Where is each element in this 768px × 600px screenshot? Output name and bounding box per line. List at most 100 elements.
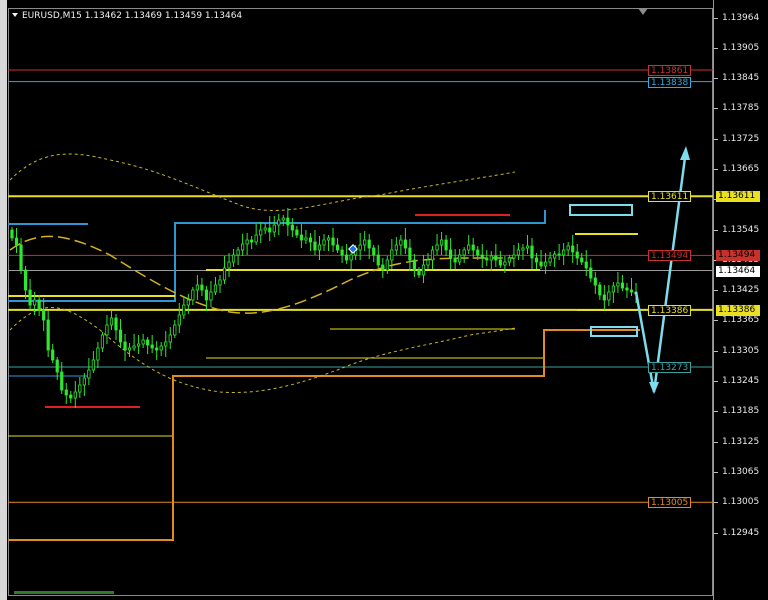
candle-body xyxy=(14,237,19,246)
bottom-strip xyxy=(14,591,114,594)
symbol-ohlc: EURUSD,M15 1.13462 1.13469 1.13459 1.134… xyxy=(22,11,243,21)
level-label-blue-resistance[interactable]: 1.13838 xyxy=(648,76,692,88)
candle-body xyxy=(42,309,46,321)
candle-body xyxy=(485,257,489,261)
candle-body xyxy=(109,317,114,326)
candle-body xyxy=(231,254,236,263)
forecast-arrowhead-down xyxy=(649,382,659,394)
candle-body xyxy=(439,239,444,246)
candle-body xyxy=(412,259,417,271)
candle-body xyxy=(245,239,249,245)
candle-body xyxy=(575,251,579,259)
price-tick-label: 1.13005 xyxy=(722,497,760,508)
price-scale-tag-red-mid: 1.13494 xyxy=(716,250,760,262)
candle-body xyxy=(394,244,398,251)
price-tick-label: 1.13905 xyxy=(722,42,760,53)
price-ticks: 1.13964 1.13905 1.13845 1.13785 1.13725 1.136… xyxy=(714,0,768,600)
candle-body xyxy=(241,243,245,251)
candle-body xyxy=(444,239,448,251)
candle-body xyxy=(503,261,507,266)
price-tick-mark xyxy=(714,411,718,413)
candle-body xyxy=(191,289,195,301)
candle-body xyxy=(91,359,95,371)
candle-body xyxy=(236,249,240,256)
chart-window[interactable]: EURUSD,M15 1.13462 1.13469 1.13459 1.134… xyxy=(0,0,768,600)
candle-body xyxy=(417,269,421,276)
price-tick-mark xyxy=(714,108,718,110)
candle-body xyxy=(69,394,73,399)
candle-body xyxy=(580,257,584,263)
level-label-orange-support[interactable]: 1.13005 xyxy=(648,497,692,509)
price-scale[interactable]: 1.13964 1.13905 1.13845 1.13785 1.13725 1.136… xyxy=(713,0,768,600)
price-tick-label: 1.13365 xyxy=(722,315,760,326)
candle-body xyxy=(512,254,516,259)
candle-body xyxy=(304,237,308,241)
candle-body xyxy=(598,284,602,296)
price-scale-tag-yellow-upper: 1.13611 xyxy=(716,191,760,203)
price-tick-mark xyxy=(714,350,718,352)
price-tick-label: 1.13964 xyxy=(722,13,760,23)
chart-canvas[interactable] xyxy=(0,0,713,600)
price-tick-mark xyxy=(714,502,718,504)
price-tick-mark xyxy=(714,290,718,292)
candle-body xyxy=(589,267,593,279)
candle-body xyxy=(385,259,389,271)
candle-body xyxy=(308,237,313,243)
candle-body xyxy=(620,282,625,289)
candle-body xyxy=(114,317,118,331)
candle-body xyxy=(480,254,484,259)
candle-body xyxy=(430,249,435,261)
level-label-red-mid[interactable]: 1.13494 xyxy=(648,250,692,262)
candle-body xyxy=(281,217,285,221)
candle-body xyxy=(616,282,620,287)
price-tick-label: 1.13305 xyxy=(722,345,760,356)
candle-body xyxy=(557,253,561,256)
chart-shift-marker[interactable] xyxy=(638,8,648,15)
candle-body xyxy=(566,245,570,251)
candle-body xyxy=(525,245,530,249)
candle-body xyxy=(290,224,294,231)
candle-body xyxy=(322,239,326,246)
candle-body xyxy=(345,254,349,261)
level-label-yellow-lower[interactable]: 1.13386 xyxy=(648,304,692,316)
price-tick-label: 1.13185 xyxy=(722,406,760,417)
candle-body xyxy=(340,249,344,256)
candle-body xyxy=(155,347,159,351)
price-tick-label: 1.13065 xyxy=(722,466,760,477)
candle-body xyxy=(489,255,493,261)
candle-body xyxy=(408,247,412,261)
candle-body xyxy=(73,391,77,399)
chevron-down-icon[interactable] xyxy=(12,13,18,17)
level-label-yellow-upper[interactable]: 1.13611 xyxy=(648,191,692,203)
candle-body xyxy=(629,289,634,293)
candle-body xyxy=(494,255,498,261)
candle-body xyxy=(168,334,172,343)
price-tick-mark xyxy=(714,320,718,322)
level-label-red-resistance[interactable]: 1.13861 xyxy=(648,65,692,76)
candles xyxy=(10,208,638,408)
price-tick-label: 1.13545 xyxy=(722,224,760,235)
candle-body xyxy=(571,245,575,253)
price-tick-mark xyxy=(714,532,718,534)
candle-body xyxy=(476,249,480,256)
candle-body xyxy=(164,341,168,347)
candle-body xyxy=(539,261,543,267)
candle-body xyxy=(376,254,380,266)
price-tick-label: 1.13665 xyxy=(722,163,760,174)
candle-body xyxy=(390,249,394,261)
candle-body xyxy=(141,339,145,345)
candle-body xyxy=(335,244,340,251)
candle-body xyxy=(467,244,471,251)
candle-body xyxy=(204,289,209,301)
price-tick-label: 1.12945 xyxy=(722,527,760,538)
candle-body xyxy=(159,345,163,351)
candle-body xyxy=(611,285,615,293)
candle-body xyxy=(607,291,611,301)
candle-body xyxy=(19,244,23,271)
level-label-teal-support[interactable]: 1.13273 xyxy=(648,361,692,373)
candle-body xyxy=(593,277,597,286)
candle-body xyxy=(10,229,14,239)
price-tick-mark xyxy=(714,229,718,231)
candle-body xyxy=(78,384,82,393)
candle-body xyxy=(195,284,199,291)
